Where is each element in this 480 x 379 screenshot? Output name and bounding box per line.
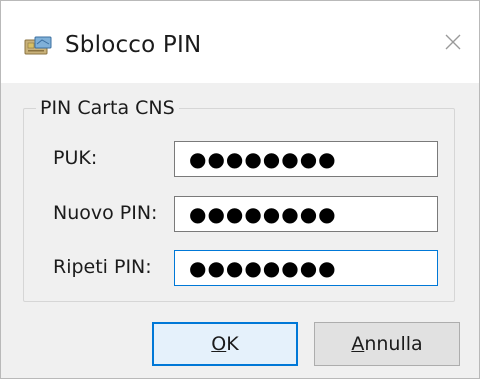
new-pin-input[interactable]: ●●●●●●●● xyxy=(174,196,438,232)
puk-input[interactable]: ●●●●●●●● xyxy=(174,141,438,177)
dialog-client-area: PIN Carta CNS PUK: ●●●●●●●● Nuovo PIN: ●… xyxy=(1,83,479,378)
close-button[interactable] xyxy=(433,27,473,61)
cancel-button[interactable]: Annulla xyxy=(314,322,460,366)
dialog-window: Sblocco PIN PIN Carta CNS PUK: ●●●●●●●● … xyxy=(0,0,480,379)
pin-group-box: PIN Carta CNS PUK: ●●●●●●●● Nuovo PIN: ●… xyxy=(23,97,455,302)
new-pin-label: Nuovo PIN: xyxy=(53,202,158,224)
title-bar: Sblocco PIN xyxy=(1,1,479,83)
group-legend: PIN Carta CNS xyxy=(36,97,179,119)
pin-card-icon xyxy=(23,35,53,57)
dialog-title: Sblocco PIN xyxy=(65,32,202,58)
ok-mnemonic: O xyxy=(211,333,227,355)
cancel-mnemonic: A xyxy=(351,333,365,355)
ok-label-rest: K xyxy=(226,333,239,355)
puk-label: PUK: xyxy=(53,147,98,169)
ok-button[interactable]: OK xyxy=(152,322,298,366)
close-icon xyxy=(444,33,462,56)
repeat-pin-label: Ripeti PIN: xyxy=(53,256,152,278)
cancel-label-rest: nnulla xyxy=(364,333,423,355)
repeat-pin-input[interactable]: ●●●●●●●● xyxy=(174,250,438,286)
